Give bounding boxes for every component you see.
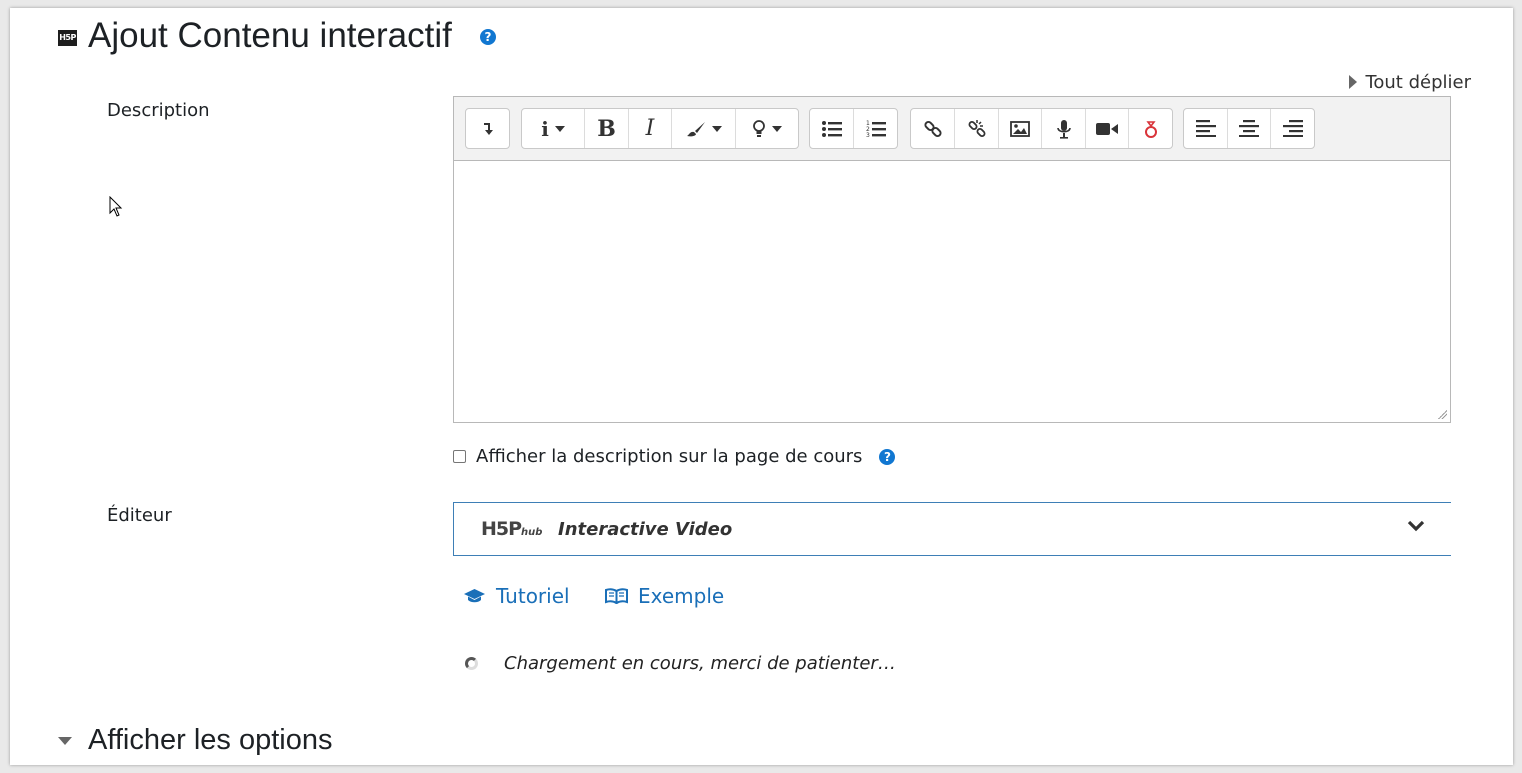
mouse-cursor-icon bbox=[109, 196, 123, 217]
recordrtc-button[interactable] bbox=[1129, 109, 1172, 148]
description-label: Description bbox=[107, 100, 210, 121]
italic-icon: I bbox=[645, 116, 655, 141]
help-icon[interactable]: ? bbox=[480, 29, 496, 45]
chevron-down-icon[interactable] bbox=[1407, 520, 1425, 532]
audio-button[interactable] bbox=[1042, 109, 1086, 148]
image-icon bbox=[1010, 120, 1030, 137]
editor-toolbar: i B I 123 bbox=[454, 97, 1450, 161]
caret-down-icon bbox=[711, 125, 722, 132]
editor-label: Éditeur bbox=[107, 505, 172, 526]
svg-text:3: 3 bbox=[866, 132, 870, 138]
description-textarea[interactable] bbox=[454, 161, 1450, 421]
toolbar-group-insert bbox=[910, 108, 1173, 149]
toolbar-group-lists: 123 bbox=[809, 108, 898, 149]
video-icon bbox=[1096, 122, 1118, 135]
toolbar-group-align bbox=[1183, 108, 1315, 149]
example-link[interactable]: Exemple bbox=[605, 584, 724, 608]
tutorial-label: Tutoriel bbox=[496, 584, 570, 608]
options-section-title: Afficher les options bbox=[88, 724, 333, 756]
caret-down-icon bbox=[554, 125, 565, 132]
expand-all-label: Tout déplier bbox=[1365, 72, 1471, 93]
italic-button[interactable]: I bbox=[629, 109, 672, 148]
triangle-down-icon bbox=[58, 736, 72, 745]
caret-down-icon bbox=[772, 125, 782, 132]
h5p-hub-selector[interactable]: H5Phub Interactive Video bbox=[453, 502, 1451, 556]
h5p-hub-logo-icon: H5Phub bbox=[481, 518, 543, 540]
toolbar-group-format: i B I bbox=[521, 108, 799, 149]
content-type-title: Interactive Video bbox=[558, 519, 733, 540]
image-button[interactable] bbox=[999, 109, 1042, 148]
toolbar-group-toggle bbox=[465, 108, 510, 149]
paint-brush-icon bbox=[686, 121, 705, 136]
align-right-icon bbox=[1282, 120, 1303, 137]
align-left-button[interactable] bbox=[1184, 109, 1228, 148]
video-button[interactable] bbox=[1086, 109, 1129, 148]
help-icon[interactable]: ? bbox=[879, 448, 896, 465]
link-icon bbox=[923, 120, 942, 137]
align-left-icon bbox=[1195, 120, 1216, 137]
align-center-icon bbox=[1239, 120, 1259, 137]
numbered-list-button[interactable]: 123 bbox=[854, 109, 897, 148]
align-center-button[interactable] bbox=[1228, 109, 1271, 148]
text-color-button[interactable] bbox=[672, 109, 736, 148]
bold-button[interactable]: B bbox=[585, 109, 629, 148]
loading-text: Chargement en cours, merci de patienter… bbox=[504, 653, 896, 674]
link-button[interactable] bbox=[911, 109, 955, 148]
triangle-right-icon bbox=[1349, 75, 1358, 89]
bullet-list-button[interactable] bbox=[810, 109, 854, 148]
bullet-list-icon bbox=[821, 120, 842, 137]
open-book-icon bbox=[605, 588, 628, 604]
bold-icon: B bbox=[597, 115, 616, 142]
show-description-label: Afficher la description sur la page de c… bbox=[476, 446, 863, 467]
info-button[interactable]: i bbox=[522, 109, 585, 148]
page: H5P Ajout Contenu interactif ? Tout dépl… bbox=[10, 8, 1513, 765]
resize-grip-icon[interactable] bbox=[1437, 409, 1447, 419]
show-description-checkbox[interactable] bbox=[453, 450, 466, 463]
info-icon: i bbox=[541, 116, 549, 141]
show-description-row: Afficher la description sur la page de c… bbox=[453, 446, 896, 467]
unlink-icon bbox=[968, 119, 985, 137]
recordrtc-icon bbox=[1144, 120, 1157, 138]
toggle-more-button[interactable] bbox=[466, 109, 509, 148]
example-label: Exemple bbox=[638, 584, 725, 608]
microphone-icon bbox=[1056, 119, 1071, 139]
loading-indicator: Chargement en cours, merci de patienter… bbox=[465, 653, 896, 674]
bulb-button[interactable] bbox=[736, 109, 798, 148]
description-editor: i B I 123 bbox=[453, 96, 1451, 423]
lightbulb-icon bbox=[753, 119, 765, 137]
toggle-more-icon bbox=[483, 122, 493, 135]
unlink-button[interactable] bbox=[955, 109, 999, 148]
h5p-logo-icon: H5P bbox=[58, 30, 77, 46]
options-section-toggle[interactable]: Afficher les options bbox=[58, 724, 333, 757]
tutorial-link[interactable]: Tutoriel bbox=[463, 584, 570, 608]
spinner-icon bbox=[465, 657, 478, 670]
align-right-button[interactable] bbox=[1271, 109, 1314, 148]
numbered-list-icon: 123 bbox=[866, 120, 886, 138]
expand-all-link[interactable]: Tout déplier bbox=[1349, 72, 1471, 93]
page-title: Ajout Contenu interactif bbox=[88, 16, 452, 55]
graduation-cap-icon bbox=[464, 589, 485, 603]
